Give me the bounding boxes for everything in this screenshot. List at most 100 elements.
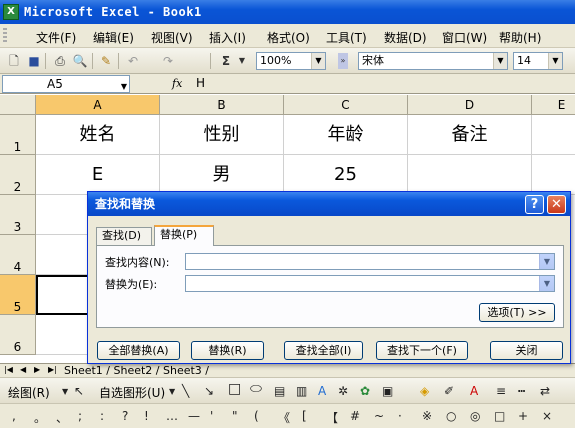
symbol-button[interactable]: , [12,409,16,423]
sheet-tabs[interactable]: Sheet1 / Sheet2 / Sheet3 / [64,364,209,377]
function-icon[interactable]: fx [172,77,182,90]
cell-a1[interactable]: 姓名 [36,115,160,155]
menu-edit[interactable]: 编辑(E) [93,29,134,46]
row-header-4[interactable]: 4 [0,235,36,275]
dialog-title[interactable]: 查找和替换 [88,192,570,216]
wordart-icon[interactable]: A [318,384,326,398]
font-size-select[interactable]: 14 ▼ [513,52,563,70]
chevron-down-icon[interactable]: ▼ [493,53,507,69]
menu-window[interactable]: 窗口(W) [442,29,487,46]
menu-insert[interactable]: 插入(I) [209,29,246,46]
print-icon[interactable]: ⎙ [52,53,68,69]
cell-b2[interactable]: 男 [160,155,284,195]
column-header-d[interactable]: D [408,95,532,115]
symbol-button[interactable]: 《 [278,409,290,426]
menu-format[interactable]: 格式(O) [267,29,310,46]
zoom-select[interactable]: 100% ▼ [256,52,326,70]
options-button[interactable]: 选项(T) >> [479,303,555,322]
symbol-button[interactable]: ? [122,409,128,423]
rectangle-icon[interactable]: □ [228,381,241,397]
tab-find[interactable]: 查找(D) [96,227,152,245]
cell-c2[interactable]: 25 [284,155,408,195]
menu-tools[interactable]: 工具(T) [326,29,367,46]
vertical-textbox-icon[interactable]: ▥ [296,384,307,398]
select-all-corner[interactable] [0,95,36,115]
symbol-button[interactable]: : [100,409,104,423]
symbol-button[interactable]: × [542,409,552,423]
symbol-button[interactable]: — [188,409,200,423]
format-painter-icon[interactable]: ✎ [98,53,114,69]
chevron-down-icon[interactable]: ▼ [62,387,68,396]
line-color-icon[interactable]: ✐ [444,384,454,398]
replace-button[interactable]: 替换(R) [191,341,264,360]
replace-all-button[interactable]: 全部替换(A) [97,341,180,360]
chevron-down-icon[interactable]: ▼ [234,53,250,69]
symbol-button[interactable]: ◎ [470,409,480,423]
symbol-button[interactable]: ( [254,409,259,423]
clipart-icon[interactable]: ✿ [360,384,370,398]
save-icon[interactable]: ■ [26,53,42,69]
cell-a2[interactable]: E [36,155,160,195]
help-icon[interactable]: ? [525,195,544,214]
diagram-icon[interactable]: ✲ [338,384,348,398]
cell-c1[interactable]: 年龄 [284,115,408,155]
redo-icon[interactable]: ↷ [160,53,176,69]
toolbar-options-icon[interactable]: » [338,53,348,69]
close-button[interactable]: 关闭 [490,341,563,360]
menu-help[interactable]: 帮助(H) [499,29,541,46]
dash-style-icon[interactable]: ┅ [518,384,525,398]
chevron-down-icon[interactable]: ▼ [121,79,127,95]
line-style-icon[interactable]: ≡ [496,384,506,398]
find-next-button[interactable]: 查找下一个(F) [376,341,468,360]
fill-color-icon[interactable]: ◈ [420,384,429,398]
symbol-button[interactable]: + [518,409,528,423]
symbol-button[interactable]: 、 [56,409,68,426]
line-icon[interactable]: ╲ [182,384,189,398]
symbol-button[interactable]: ! [144,409,149,423]
cell-b1[interactable]: 性别 [160,115,284,155]
find-all-button[interactable]: 查找全部(I) [284,341,363,360]
row-header-3[interactable]: 3 [0,195,36,235]
font-name-select[interactable]: 宋体 ▼ [358,52,508,70]
next-sheet-icon[interactable]: ▶ [34,365,40,374]
toolbar-grip-icon[interactable] [3,28,7,44]
cell-d1[interactable]: 备注 [408,115,532,155]
symbol-button[interactable]: " [232,409,238,423]
row-header-6[interactable]: 6 [0,315,36,355]
cell-e1[interactable] [532,115,575,155]
symbol-button[interactable]: 。 [34,409,46,426]
chevron-down-icon[interactable]: ▼ [539,276,554,291]
symbol-button[interactable]: ' [210,409,213,423]
print-preview-icon[interactable]: 🔍 [72,53,88,69]
undo-icon[interactable]: ↶ [125,53,141,69]
font-color-icon[interactable]: A [470,384,478,398]
chevron-down-icon[interactable]: ▼ [169,387,175,396]
chevron-down-icon[interactable]: ▼ [311,53,325,69]
name-box[interactable]: A5 ▼ [2,75,130,93]
picture-icon[interactable]: ▣ [382,384,393,398]
find-input[interactable]: ▼ [185,253,555,270]
formula-input[interactable]: H [196,76,205,90]
symbol-button[interactable]: # [350,409,360,423]
draw-menu[interactable]: 绘图(R) [8,384,50,401]
menu-file[interactable]: 文件(F) [36,29,76,46]
symbol-button[interactable]: □ [494,409,505,423]
column-header-b[interactable]: B [160,95,284,115]
autosum-icon[interactable]: Σ [218,53,234,69]
cell-d2[interactable] [408,155,532,195]
symbol-button[interactable]: ; [78,409,82,423]
last-sheet-icon[interactable]: ▶| [48,365,57,374]
symbol-button[interactable]: ※ [422,409,432,423]
select-objects-icon[interactable]: ↖ [74,384,84,398]
menu-data[interactable]: 数据(D) [384,29,427,46]
row-header-5[interactable]: 5 [0,275,36,315]
replace-input[interactable]: ▼ [185,275,555,292]
symbol-button[interactable]: · [398,409,402,423]
first-sheet-icon[interactable]: |◀ [4,365,13,374]
tab-replace[interactable]: 替换(P) [154,225,214,246]
prev-sheet-icon[interactable]: ◀ [20,365,26,374]
chevron-down-icon[interactable]: ▼ [539,254,554,269]
chevron-down-icon[interactable]: ▼ [548,53,562,69]
menu-view[interactable]: 视图(V) [151,29,193,46]
column-header-c[interactable]: C [284,95,408,115]
